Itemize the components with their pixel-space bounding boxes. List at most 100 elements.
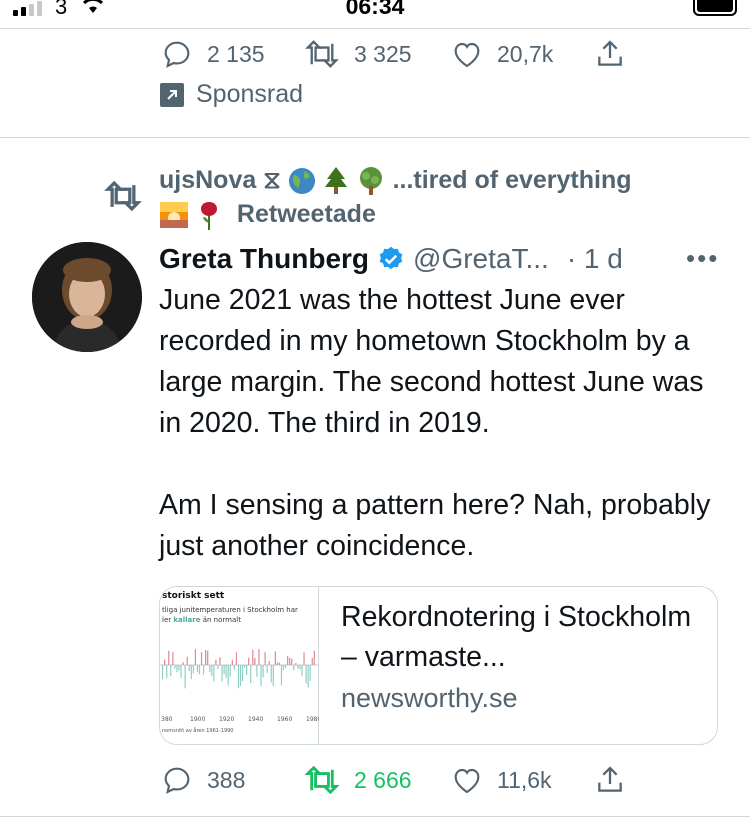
retweet-count: 2 666	[354, 766, 412, 793]
thumb-bar	[164, 659, 166, 665]
thumb-bar	[180, 665, 182, 678]
thumb-bar	[170, 665, 172, 677]
thumb-bar	[280, 665, 283, 686]
like-button[interactable]: 11,6k	[451, 760, 552, 800]
retweet-icon	[305, 40, 339, 68]
thumb-bar	[174, 665, 176, 669]
promoted-label: Sponsrad	[196, 80, 304, 108]
share-button[interactable]	[594, 34, 626, 74]
rose-emoji-icon	[200, 202, 217, 231]
promoted-indicator: Sponsrad	[160, 80, 303, 109]
reply-button[interactable]: 388	[161, 760, 245, 800]
divider	[0, 816, 750, 817]
thumb-bar	[162, 665, 164, 680]
divider	[0, 137, 750, 138]
thumb-axis-label: 1960	[277, 716, 292, 722]
thumb-bar	[270, 665, 272, 683]
link-card[interactable]: storiskt sett tliga junitemperaturen i S…	[159, 586, 718, 745]
tweet-header: Greta Thunberg @GretaT... · 1 d •••	[159, 239, 719, 279]
more-options-button[interactable]: •••	[686, 243, 719, 274]
verified-badge-icon	[379, 246, 403, 270]
share-button[interactable]	[594, 760, 626, 800]
thumb-bar	[301, 665, 303, 677]
thumb-bar	[176, 665, 178, 673]
evergreen-tree-emoji-icon	[324, 167, 347, 195]
card-thumbnail: storiskt sett tliga junitemperaturen i S…	[160, 587, 319, 744]
thumb-bar	[231, 659, 233, 665]
thumb-bar	[295, 662, 297, 665]
thumb-bar	[256, 665, 258, 677]
retweeter-bio: ...tired of everything	[392, 166, 632, 194]
share-icon	[598, 766, 622, 792]
card-domain: newsworthy.se	[341, 683, 518, 713]
thumb-bar	[166, 665, 168, 679]
thumb-bar	[178, 665, 180, 671]
retweet-context[interactable]: ujsNova ⧖ ...tired of everything Retweet…	[159, 163, 719, 231]
thumb-bar	[194, 649, 196, 665]
thumb-bar	[219, 657, 221, 665]
thumb-bar	[305, 665, 307, 684]
thumb-bar	[215, 659, 217, 665]
tweet-text: June 2021 was the hottest June ever reco…	[159, 284, 711, 562]
thumb-bar	[307, 665, 309, 688]
globe-emoji-icon	[288, 168, 315, 195]
thumb-bar	[264, 651, 266, 665]
thumb-bar	[278, 662, 281, 665]
thumb-bar	[217, 665, 219, 669]
thumb-bar	[203, 665, 205, 675]
thumb-bar	[198, 665, 201, 675]
thumb-bar	[233, 665, 235, 670]
thumb-bar	[172, 652, 174, 665]
thumb-bar	[246, 665, 248, 675]
thumb-bar	[285, 665, 287, 669]
thumb-bar	[223, 665, 225, 675]
thumb-bar	[254, 657, 256, 665]
thumb-bar	[293, 665, 295, 671]
thumb-bar	[282, 665, 285, 671]
thumb-bar	[276, 662, 278, 665]
reply-button[interactable]: 2 135	[161, 34, 265, 74]
thumb-bar	[297, 665, 299, 669]
thumb-bar	[225, 665, 227, 678]
retweet-icon	[304, 765, 340, 795]
thumb-bar	[274, 651, 276, 665]
avatar[interactable]	[32, 242, 142, 352]
thumb-bar	[196, 665, 199, 673]
thumb-bar	[258, 649, 260, 665]
like-button[interactable]: 20,7k	[451, 34, 553, 74]
thumb-bar	[221, 665, 223, 682]
thumb-bar	[235, 652, 237, 665]
thumb-bar	[287, 656, 289, 665]
thumb-bar	[186, 656, 188, 665]
tweet-time: · 1 d	[566, 243, 623, 274]
retweet-count: 3 325	[354, 40, 412, 67]
thumb-axis-label: 1980	[306, 716, 319, 722]
reply-icon	[164, 41, 190, 68]
retweet-button[interactable]: 2 666	[304, 760, 412, 800]
thumb-bar	[291, 658, 293, 665]
tweet-actions: 388 2 666 11,6k	[0, 760, 750, 800]
heart-icon	[454, 768, 480, 794]
thumb-bar	[262, 665, 264, 678]
retweeted-label: Retweetade	[236, 200, 376, 228]
retweet-button[interactable]: 3 325	[304, 34, 412, 74]
author-handle[interactable]: @GretaT...	[413, 243, 549, 275]
thumb-bar	[266, 665, 268, 673]
thumb-bar	[229, 665, 231, 677]
thumb-bar	[192, 665, 194, 674]
thumb-bar	[248, 657, 250, 665]
thumb-bar	[250, 665, 252, 684]
thumb-bar	[211, 665, 213, 676]
card-text: Rekordnotering i Stockholm – varmaste...…	[341, 597, 701, 714]
author-name[interactable]: Greta Thunberg	[159, 243, 369, 275]
thumb-axis-label: 1940	[248, 716, 263, 722]
thumb-bar	[309, 665, 311, 682]
share-icon	[598, 40, 622, 66]
thumb-bar	[205, 650, 207, 665]
reply-icon	[164, 767, 190, 794]
deciduous-tree-emoji-icon	[359, 167, 382, 196]
thumb-bar	[168, 650, 170, 665]
thumb-axis-label: 380	[161, 716, 173, 722]
thumb-bar	[299, 665, 301, 670]
status-bar: 3 06:34	[0, 0, 750, 24]
